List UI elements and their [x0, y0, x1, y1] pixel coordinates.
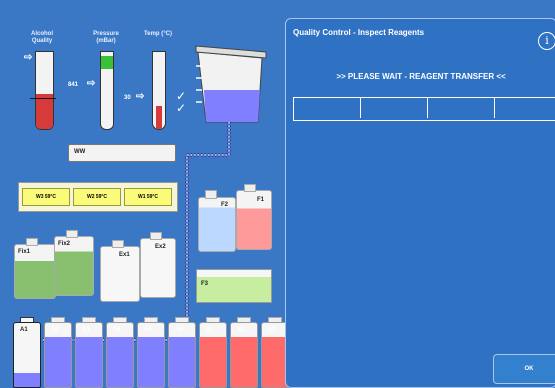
qc-panel: Quality Control - Inspect Reagents i >> … [285, 18, 555, 388]
formalin-cap [244, 184, 256, 192]
grid-cell [294, 98, 361, 118]
exchange-ex1[interactable]: Ex1 [100, 246, 140, 302]
bottle-label: A5 [144, 327, 152, 333]
reagent-bottle-a2[interactable]: A2 [44, 322, 72, 388]
ok-button[interactable]: OK [493, 354, 555, 384]
waste-container[interactable]: WW [68, 144, 176, 162]
reagent-grid [293, 97, 555, 121]
panel-title: Quality Control - Inspect Reagents [293, 28, 425, 37]
formalin-f2[interactable]: F2 [198, 197, 236, 252]
wax-bath-w1[interactable]: W1 59°C [124, 188, 172, 206]
exchange-cap [150, 232, 162, 240]
formalin-f1[interactable]: F1 [236, 190, 272, 250]
reagent-bottle-x1[interactable]: X1 [199, 322, 227, 388]
fixative-cap [66, 230, 78, 238]
bottle-label: X3 [268, 327, 276, 333]
fixative-cap [26, 238, 38, 246]
reagent-bottle-a1[interactable]: A1 [13, 322, 41, 388]
status-message: >> PLEASE WAIT - REAGENT TRANSFER << [336, 72, 506, 81]
exchange-cap [112, 240, 124, 248]
grid-cell [428, 98, 495, 118]
wax-bath-w3[interactable]: W3 59°C [22, 188, 70, 206]
reagent-bottle-a3[interactable]: A3 [75, 322, 103, 388]
f1-label: F1 [257, 197, 265, 203]
ex2-label: Ex2 [155, 244, 166, 250]
reagent-bottle-a6[interactable]: A6 [168, 322, 196, 388]
waste-label: WW [74, 149, 86, 155]
grid-cell [361, 98, 428, 118]
f2-label: F2 [221, 202, 229, 208]
fixative-fix2[interactable]: Fix2 [54, 236, 94, 296]
reagent-bottle-a4[interactable]: A4 [106, 322, 134, 388]
bottle-label: X1 [206, 327, 214, 333]
reagent-bottle-x2[interactable]: X2 [230, 322, 258, 388]
wax-bath-w2[interactable]: W2 59°C [73, 188, 121, 206]
info-icon[interactable]: i [538, 32, 555, 50]
exchange-ex2[interactable]: Ex2 [140, 238, 176, 298]
wax-bath-w1-label: W1 59°C [137, 194, 159, 200]
wax-bath-w2-label: W2 59°C [86, 194, 108, 200]
bottle-label: X2 [237, 327, 245, 333]
wax-bath-w3-label: W3 59°C [35, 194, 57, 200]
bottle-label: A3 [82, 327, 90, 333]
fixative-fix1[interactable]: Fix1 [14, 244, 56, 299]
ex1-label: Ex1 [119, 252, 130, 258]
fix1-label: Fix1 [18, 249, 31, 255]
formalin-cap [205, 190, 217, 199]
bottle-label: A1 [20, 327, 28, 333]
reservoir-f3[interactable]: F3 [196, 269, 272, 303]
bottle-label: A2 [51, 327, 59, 333]
reagent-bottle-a5[interactable]: A5 [137, 322, 165, 388]
bottle-label: A6 [175, 327, 183, 333]
f3-label: F3 [201, 281, 209, 287]
fix2-label: Fix2 [58, 241, 71, 247]
bottle-label: A4 [113, 327, 121, 333]
